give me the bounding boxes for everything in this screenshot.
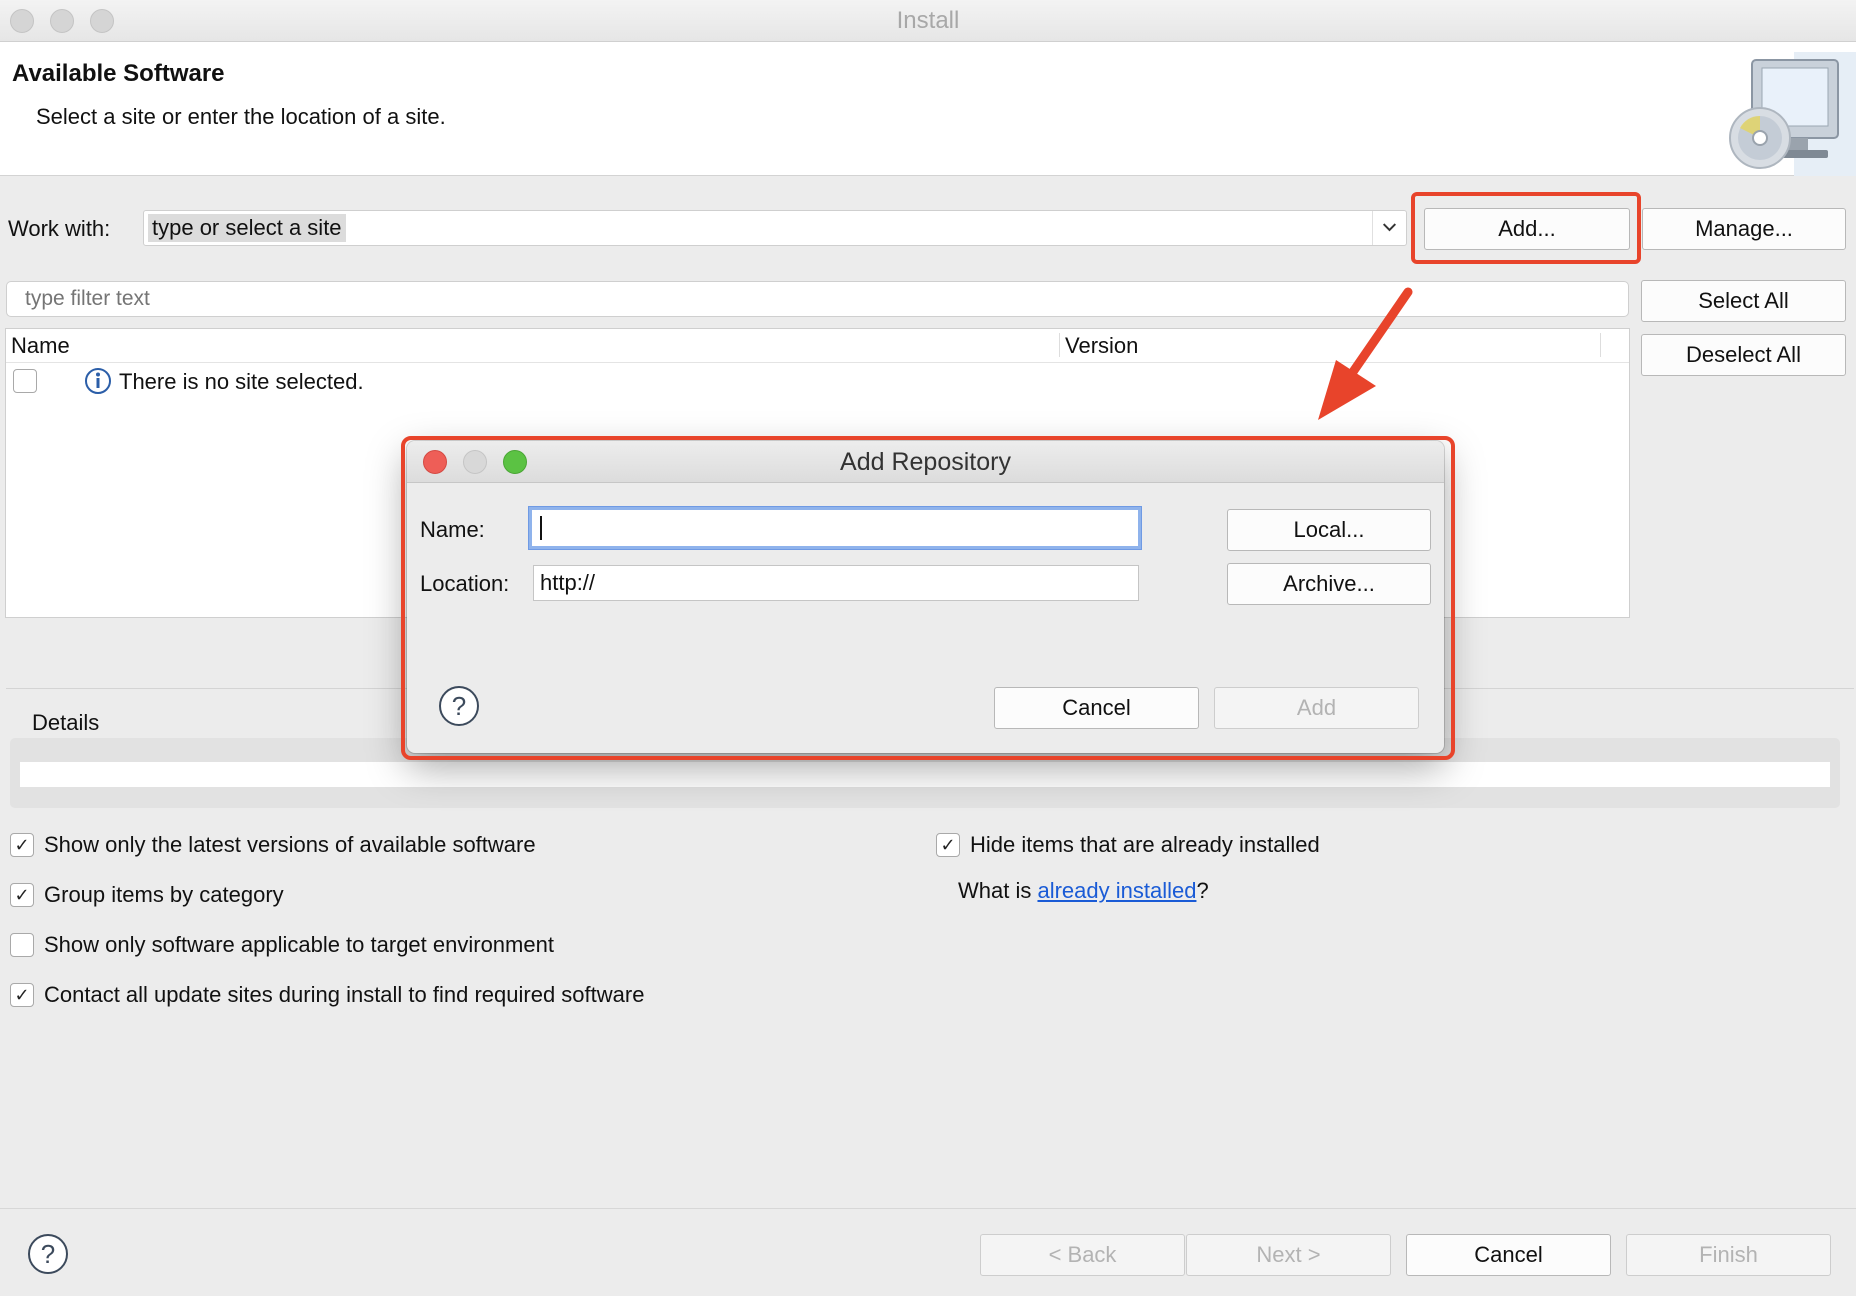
window-titlebar: Install [0, 0, 1856, 42]
select-all-button[interactable]: Select All [1641, 280, 1846, 322]
group-by-category-checkbox[interactable]: ✓ [10, 883, 34, 907]
column-header-name[interactable]: Name [11, 333, 70, 359]
finish-button[interactable]: Finish [1626, 1234, 1831, 1276]
contact-update-sites-label: Contact all update sites during install … [44, 982, 645, 1007]
chevron-down-icon[interactable] [1372, 211, 1406, 245]
cancel-button[interactable]: Cancel [1406, 1234, 1611, 1276]
add-button-highlight [1411, 192, 1641, 264]
group-by-category-label: Group items by category [44, 882, 284, 907]
page-header: Available Software Select a site or ente… [0, 42, 1856, 176]
hide-installed-checkbox[interactable]: ✓ [936, 833, 960, 857]
already-installed-hint: What is already installed? [958, 878, 1209, 904]
work-with-combo[interactable]: type or select a site [143, 210, 1407, 246]
footer-divider [0, 1208, 1856, 1209]
manage-sites-button[interactable]: Manage... [1642, 208, 1846, 250]
window-title: Install [896, 7, 960, 34]
column-header-version[interactable]: Version [1065, 333, 1138, 359]
dialog-highlight [401, 436, 1455, 760]
page-title: Available Software [12, 60, 225, 87]
annotation-arrow-icon [1318, 287, 1413, 420]
back-button[interactable]: < Back [980, 1234, 1185, 1276]
target-environment-label: Show only software applicable to target … [44, 932, 554, 957]
install-monitor-cd-icon [1729, 52, 1856, 176]
details-label: Details [32, 710, 100, 735]
hide-installed-label: Hide items that are already installed [970, 832, 1320, 857]
deselect-all-button[interactable]: Deselect All [1641, 334, 1846, 376]
contact-update-sites-checkbox[interactable]: ✓ [10, 983, 34, 1007]
help-icon[interactable]: ? [28, 1234, 68, 1274]
row-checkbox[interactable] [13, 369, 37, 393]
details-content [20, 762, 1830, 787]
already-installed-link[interactable]: already installed [1037, 878, 1196, 903]
column-separator [1059, 333, 1060, 357]
latest-versions-checkbox[interactable]: ✓ [10, 833, 34, 857]
target-environment-checkbox[interactable] [10, 933, 34, 957]
hint-suffix: ? [1196, 878, 1209, 903]
latest-versions-label: Show only the latest versions of availab… [44, 832, 536, 857]
column-separator [1600, 333, 1601, 357]
work-with-value: type or select a site [148, 214, 346, 242]
work-with-label: Work with: [8, 216, 111, 241]
page-subtitle: Select a site or enter the location of a… [36, 104, 446, 129]
next-button[interactable]: Next > [1186, 1234, 1391, 1276]
hint-prefix: What is [958, 878, 1038, 903]
info-icon [85, 368, 111, 394]
row-name: There is no site selected. [119, 369, 364, 394]
